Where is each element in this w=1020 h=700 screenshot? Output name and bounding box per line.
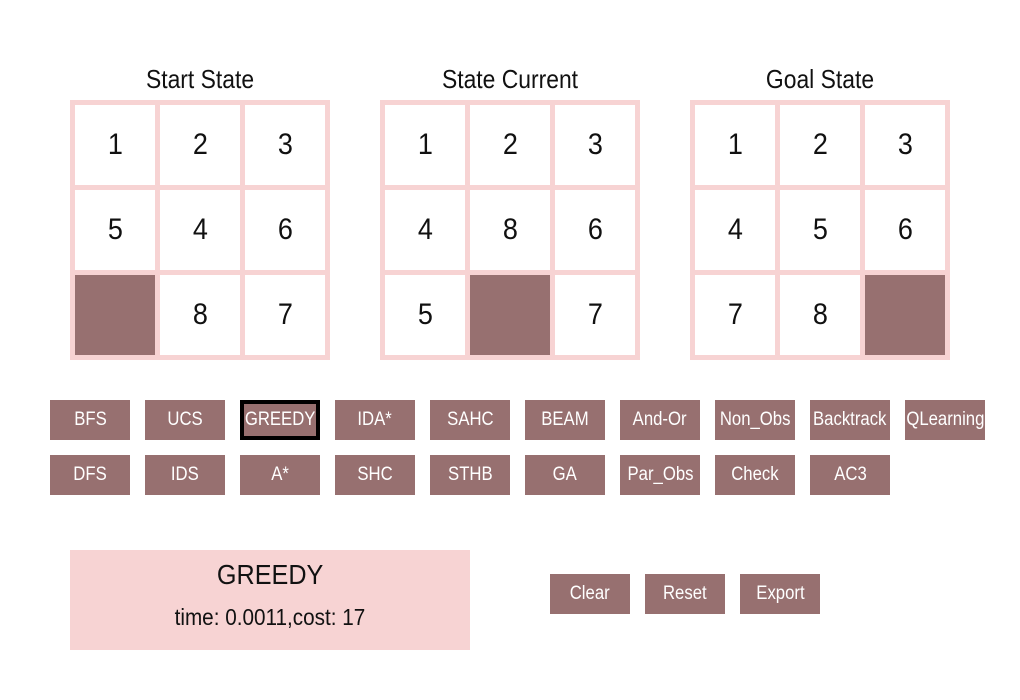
tile-number: 5: [417, 298, 433, 331]
tile-number: 3: [587, 128, 603, 161]
puzzle-tile: 8: [470, 190, 550, 270]
tile-number: 1: [727, 128, 743, 161]
puzzle-tile: 6: [865, 190, 945, 270]
tile-number: 1: [107, 128, 123, 161]
tile-number: 6: [587, 213, 603, 246]
tile-number: 2: [192, 128, 208, 161]
puzzle-tile: 7: [555, 275, 635, 355]
puzzle-tile: 4: [160, 190, 240, 270]
result-panel: GREEDY time: 0.0011,cost: 17: [70, 550, 470, 650]
shc-button[interactable]: SHC: [335, 455, 415, 495]
tile-number: 4: [192, 213, 208, 246]
puzzle-tile: 5: [75, 190, 155, 270]
reset-button[interactable]: Reset: [645, 574, 725, 614]
puzzle-tile: 1: [695, 105, 775, 185]
check-button[interactable]: Check: [715, 455, 795, 495]
goal-state-board: 1 2 3 4 5 6 7 8: [690, 100, 950, 360]
tile-number: 5: [812, 213, 828, 246]
puzzle-tile: 3: [245, 105, 325, 185]
tile-number: 4: [417, 213, 433, 246]
puzzle-tile: 8: [780, 275, 860, 355]
current-state-board: 1 2 3 4 8 6 5 7: [380, 100, 640, 360]
ucs-button[interactable]: UCS: [145, 400, 225, 440]
tile-number: 2: [502, 128, 518, 161]
bfs-button[interactable]: BFS: [50, 400, 130, 440]
a-star-button[interactable]: A*: [240, 455, 320, 495]
puzzle-tile: 2: [780, 105, 860, 185]
dfs-button[interactable]: DFS: [50, 455, 130, 495]
non-obs-button[interactable]: Non_Obs: [715, 400, 795, 440]
qlearning-button[interactable]: QLearning: [905, 400, 985, 440]
puzzle-tile: 2: [160, 105, 240, 185]
blank-tile: [865, 275, 945, 355]
ac3-button[interactable]: AC3: [810, 455, 890, 495]
blank-tile: [75, 275, 155, 355]
result-algorithm-name: GREEDY: [216, 559, 324, 590]
tile-number: 7: [727, 298, 743, 331]
goal-state-title: Goal State: [765, 64, 875, 94]
puzzle-tile: 1: [75, 105, 155, 185]
puzzle-tile: 3: [865, 105, 945, 185]
tile-number: 2: [812, 128, 828, 161]
beam-button[interactable]: BEAM: [525, 400, 605, 440]
puzzle-tile: 2: [470, 105, 550, 185]
puzzle-tile: 4: [695, 190, 775, 270]
ida-star-button[interactable]: IDA*: [335, 400, 415, 440]
start-state-title: Start State: [145, 64, 255, 94]
tile-number: 8: [812, 298, 828, 331]
puzzle-tile: 5: [385, 275, 465, 355]
export-button[interactable]: Export: [740, 574, 820, 614]
tile-number: 7: [587, 298, 603, 331]
tile-number: 8: [192, 298, 208, 331]
greedy-button[interactable]: GREEDY: [240, 400, 320, 440]
puzzle-tile: 7: [245, 275, 325, 355]
blank-tile: [470, 275, 550, 355]
ids-button[interactable]: IDS: [145, 455, 225, 495]
backtrack-button[interactable]: Backtrack: [810, 400, 890, 440]
tile-number: 4: [727, 213, 743, 246]
puzzle-tile: 1: [385, 105, 465, 185]
tile-number: 8: [502, 213, 518, 246]
tile-number: 3: [897, 128, 913, 161]
puzzle-tile: 3: [555, 105, 635, 185]
puzzle-tile: 6: [555, 190, 635, 270]
and-or-button[interactable]: And-Or: [620, 400, 700, 440]
puzzle-tile: 5: [780, 190, 860, 270]
tile-number: 6: [897, 213, 913, 246]
tile-number: 5: [107, 213, 123, 246]
tile-number: 1: [417, 128, 433, 161]
par-obs-button[interactable]: Par_Obs: [620, 455, 700, 495]
tile-number: 6: [277, 213, 293, 246]
tile-number: 7: [277, 298, 293, 331]
ga-button[interactable]: GA: [525, 455, 605, 495]
tile-number: 3: [277, 128, 293, 161]
start-state-board: 1 2 3 5 4 6 8 7: [70, 100, 330, 360]
clear-button[interactable]: Clear: [550, 574, 630, 614]
current-state-title: State Current: [441, 64, 579, 94]
puzzle-tile: 6: [245, 190, 325, 270]
sthb-button[interactable]: STHB: [430, 455, 510, 495]
result-time-cost: time: 0.0011,cost: 17: [174, 604, 366, 630]
puzzle-tile: 7: [695, 275, 775, 355]
sahc-button[interactable]: SAHC: [430, 400, 510, 440]
puzzle-tile: 8: [160, 275, 240, 355]
puzzle-tile: 4: [385, 190, 465, 270]
